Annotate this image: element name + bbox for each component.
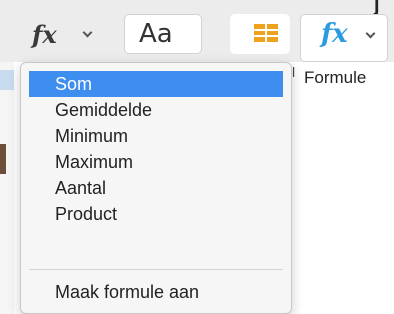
table-button[interactable] bbox=[230, 14, 290, 54]
formula-button[interactable]: fx bbox=[300, 14, 388, 62]
sheet-image-fragment bbox=[0, 144, 6, 174]
sheet-cell-fragment bbox=[0, 70, 14, 90]
menu-separator bbox=[29, 269, 283, 270]
menu-item-gemiddelde[interactable]: Gemiddelde bbox=[29, 97, 283, 123]
text-style-label: Aa bbox=[139, 19, 173, 49]
menu-item-product[interactable]: Product bbox=[29, 201, 283, 227]
chevron-down-icon bbox=[365, 28, 376, 39]
sheet-edge bbox=[0, 62, 14, 314]
text-style-button[interactable]: Aa bbox=[124, 14, 202, 54]
menu-item-minimum[interactable]: Minimum bbox=[29, 123, 283, 149]
formula-button-label: Formule bbox=[304, 68, 367, 87]
stray-label: l bbox=[292, 64, 296, 80]
table-icon bbox=[254, 24, 278, 42]
function-menu-button[interactable]: fx bbox=[18, 16, 110, 56]
menu-item-aantal[interactable]: Aantal bbox=[29, 175, 283, 201]
menu-item-maximum[interactable]: Maximum bbox=[29, 149, 283, 175]
chevron-down-icon bbox=[82, 27, 93, 38]
formula-icon: fx bbox=[321, 19, 348, 49]
menu-item-som[interactable]: Som bbox=[29, 71, 283, 97]
function-dropdown-menu: Som Gemiddelde Minimum Maximum Aantal Pr… bbox=[20, 62, 292, 314]
menu-item-create-formula[interactable]: Maak formule aan bbox=[29, 279, 283, 305]
function-icon: fx bbox=[32, 20, 57, 49]
